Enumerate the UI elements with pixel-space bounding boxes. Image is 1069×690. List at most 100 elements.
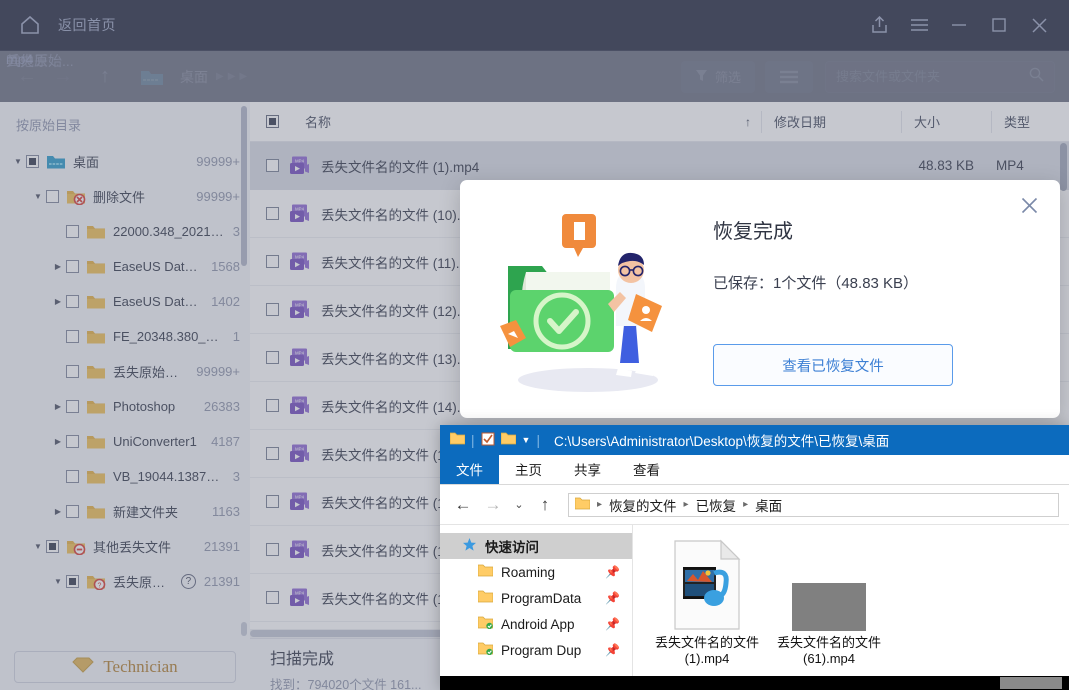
arrow-up-icon[interactable]: ↑ bbox=[532, 495, 558, 515]
tree-item[interactable]: ▶ Photoshop 26383 bbox=[0, 389, 250, 424]
technician-button[interactable]: Technician bbox=[14, 651, 236, 683]
row-checkbox[interactable] bbox=[266, 543, 279, 556]
tree-checkbox[interactable] bbox=[66, 295, 79, 308]
address-crumb-0[interactable]: 恢复的文件 bbox=[609, 495, 677, 515]
tree-twisty[interactable]: ▶ bbox=[50, 262, 66, 271]
tree-item[interactable]: ▶ EaseUS Data Re... 1402 bbox=[0, 284, 250, 319]
explorer-file-item[interactable]: 丢失文件名的文件 (1).mp4 bbox=[651, 539, 763, 690]
tree-item[interactable]: ▼ 其他丢失文件 21391 bbox=[0, 529, 250, 564]
row-checkbox[interactable] bbox=[266, 159, 279, 172]
quick-access-entry[interactable]: Android App 📌 bbox=[440, 611, 632, 637]
new-folder-icon[interactable] bbox=[500, 432, 516, 448]
explorer-address-bar[interactable]: ▸ 恢复的文件 ▸ 已恢复 ▸ 桌面 bbox=[568, 492, 1059, 517]
column-header-size[interactable]: 大小 bbox=[901, 110, 991, 133]
row-checkbox[interactable] bbox=[266, 303, 279, 316]
row-checkbox[interactable] bbox=[266, 207, 279, 220]
tab-view[interactable]: 查看 bbox=[617, 454, 676, 484]
tree-twisty[interactable]: ▼ bbox=[50, 577, 66, 586]
tree-item[interactable]: ▼ 桌面 99999+ bbox=[0, 144, 250, 179]
row-checkbox[interactable] bbox=[266, 447, 279, 460]
tree-item[interactable]: 丢失原始目录... 99999+ bbox=[0, 354, 250, 389]
nav-forward-button[interactable]: → bbox=[42, 57, 84, 97]
list-view-icon[interactable] bbox=[765, 60, 813, 93]
tree-twisty[interactable]: ▶ bbox=[50, 437, 66, 446]
sidebar-scrollbar[interactable] bbox=[241, 106, 247, 266]
tree-item[interactable]: FE_20348.380_202... 1 bbox=[0, 319, 250, 354]
tab-file[interactable]: 文件 bbox=[440, 454, 499, 484]
view-recovered-files-button[interactable]: 查看已恢复文件 bbox=[713, 344, 953, 386]
tree-twisty[interactable]: ▶ bbox=[50, 402, 66, 411]
tree-item[interactable]: ▼? 丢失原始名...? 21391 bbox=[0, 564, 250, 599]
folder-icon[interactable] bbox=[449, 432, 466, 448]
row-checkbox[interactable] bbox=[266, 255, 279, 268]
nav-up-button[interactable]: ↑ bbox=[84, 57, 126, 97]
tree-checkbox[interactable] bbox=[66, 330, 79, 343]
tree-item[interactable]: ▶ UniConverter1 4187 bbox=[0, 424, 250, 459]
share-icon[interactable] bbox=[859, 0, 899, 50]
tree-checkbox[interactable] bbox=[66, 435, 79, 448]
tree-twisty[interactable]: ▼ bbox=[10, 157, 26, 166]
tree-item[interactable]: 22000.348_2021.11... 3 bbox=[0, 214, 250, 249]
quick-access-entry[interactable]: ProgramData 📌 bbox=[440, 585, 632, 611]
row-checkbox[interactable] bbox=[266, 351, 279, 364]
explorer-file-item[interactable]: 丢失文件名的文件 (61).mp4 bbox=[773, 539, 885, 690]
tree-twisty[interactable]: ▼ bbox=[30, 192, 46, 201]
tree-checkbox[interactable] bbox=[66, 365, 79, 378]
home-icon[interactable] bbox=[18, 13, 42, 37]
tree-checkbox[interactable] bbox=[66, 505, 79, 518]
quick-access-entry[interactable]: Roaming 📌 bbox=[440, 559, 632, 585]
search-icon[interactable] bbox=[1029, 67, 1044, 87]
column-header-modified[interactable]: 修改日期 bbox=[761, 110, 901, 133]
tree-twisty[interactable]: ▶ bbox=[50, 507, 66, 516]
tab-home[interactable]: 主页 bbox=[499, 454, 558, 484]
hamburger-icon[interactable] bbox=[899, 0, 939, 50]
column-header-name[interactable]: 名称 ↑ bbox=[292, 112, 761, 131]
row-checkbox[interactable] bbox=[266, 591, 279, 604]
tab-share[interactable]: 共享 bbox=[558, 454, 617, 484]
tree-checkbox[interactable] bbox=[66, 260, 79, 273]
sidebar-scrollbar-lower[interactable] bbox=[241, 622, 247, 636]
pin-icon[interactable]: 📌 bbox=[605, 643, 620, 657]
close-icon[interactable] bbox=[1016, 192, 1042, 218]
tree-checkbox[interactable] bbox=[66, 575, 79, 588]
row-checkbox[interactable] bbox=[266, 399, 279, 412]
tree-twisty[interactable]: ▶ bbox=[50, 297, 66, 306]
maximize-icon[interactable] bbox=[979, 0, 1019, 50]
tree-checkbox[interactable] bbox=[66, 470, 79, 483]
pin-icon[interactable]: 📌 bbox=[605, 565, 620, 579]
breadcrumb-item-0[interactable]: 桌面 bbox=[174, 67, 214, 87]
tree-checkbox[interactable] bbox=[46, 540, 59, 553]
tree-item[interactable]: ▶ EaseUS Data Re... 1568 bbox=[0, 249, 250, 284]
arrow-left-icon[interactable]: ← bbox=[450, 495, 476, 515]
search-input[interactable] bbox=[836, 69, 1029, 84]
nav-back-button[interactable]: ← bbox=[0, 57, 42, 97]
tree-checkbox[interactable] bbox=[66, 400, 79, 413]
address-crumb-2[interactable]: 桌面 bbox=[755, 495, 782, 515]
tree-twisty[interactable]: ▼ bbox=[30, 542, 46, 551]
quick-access-entry[interactable]: Program Dup 📌 bbox=[440, 637, 632, 663]
file-list-scrollbar[interactable] bbox=[1060, 143, 1067, 191]
address-crumb-1[interactable]: 已恢复 bbox=[696, 495, 737, 515]
minimize-icon[interactable] bbox=[939, 0, 979, 50]
chevron-down-icon[interactable]: ▼ bbox=[522, 435, 531, 445]
quick-access-item[interactable]: 快速访问 bbox=[440, 533, 632, 559]
properties-icon[interactable] bbox=[481, 432, 495, 449]
tree-item[interactable]: VB_19044.1387_20... 3 bbox=[0, 459, 250, 494]
home-label[interactable]: 返回首页 bbox=[58, 15, 116, 35]
search-box[interactable] bbox=[825, 60, 1055, 93]
chevron-down-icon[interactable]: ⌄ bbox=[510, 498, 528, 511]
select-all-checkbox[interactable] bbox=[266, 115, 279, 128]
pin-icon[interactable]: 📌 bbox=[605, 591, 620, 605]
help-icon[interactable]: ? bbox=[180, 574, 196, 589]
row-checkbox[interactable] bbox=[266, 495, 279, 508]
pin-icon[interactable]: 📌 bbox=[605, 617, 620, 631]
tree-item[interactable]: ▼ 删除文件 99999+ bbox=[0, 179, 250, 214]
tree-item[interactable]: ▶ 新建文件夹 1163 bbox=[0, 494, 250, 529]
taskbar-item[interactable] bbox=[1000, 677, 1062, 689]
close-icon[interactable] bbox=[1019, 0, 1059, 50]
tree-checkbox[interactable] bbox=[46, 190, 59, 203]
column-header-type[interactable]: 类型 bbox=[991, 110, 1069, 133]
arrow-right-icon[interactable]: → bbox=[480, 495, 506, 515]
tree-checkbox[interactable] bbox=[66, 225, 79, 238]
filter-button[interactable]: 筛选 bbox=[680, 60, 755, 93]
